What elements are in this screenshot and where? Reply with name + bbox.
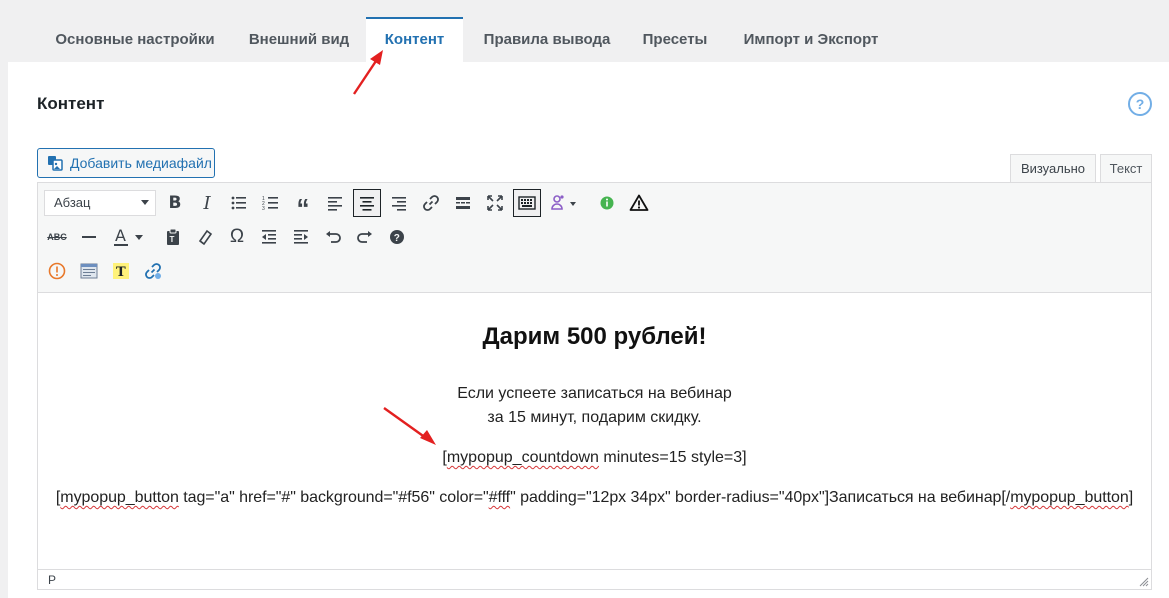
svg-text:A: A: [115, 227, 126, 245]
element-path[interactable]: P: [48, 573, 56, 587]
format-select[interactable]: Абзац: [44, 190, 156, 216]
numbered-list-icon[interactable]: 123: [257, 189, 285, 217]
editor-toolbar: Абзац B I 123 “ ABC A T Ω ? T: [38, 183, 1151, 293]
horizontal-line-icon[interactable]: [75, 223, 103, 251]
editor-content[interactable]: Дарим 500 рублей! Если успеете записатьс…: [38, 293, 1151, 569]
page-title: Контент: [37, 94, 105, 113]
align-center-icon[interactable]: [353, 189, 381, 217]
alert-orange-icon[interactable]: [43, 257, 71, 285]
window-icon[interactable]: [75, 257, 103, 285]
media-icon: [48, 156, 63, 171]
tab-display-rules[interactable]: Правила вывода: [470, 17, 624, 62]
resize-handle-icon[interactable]: [1139, 577, 1149, 587]
tab-appearance[interactable]: Внешний вид: [236, 17, 362, 62]
text-mode-tab[interactable]: Текст: [1100, 154, 1152, 183]
svg-text:T: T: [116, 265, 126, 280]
button-mid-2: " padding="12px 34px" border-radius="40p…: [510, 489, 1011, 506]
button-mid-1: tag="a" href="#" background="#f56" color…: [178, 489, 489, 506]
warning-icon[interactable]: [625, 189, 653, 217]
help-icon[interactable]: ?: [1128, 92, 1152, 116]
button-close-tag: mypopup_button: [1010, 489, 1129, 506]
paste-text-icon[interactable]: T: [159, 223, 187, 251]
svg-text:?: ?: [394, 233, 400, 244]
format-select-value: Абзац: [54, 195, 91, 210]
svg-text:3: 3: [262, 206, 265, 212]
countdown-shortcode: [mypopup_countdown minutes=15 style=3]: [38, 449, 1151, 467]
button-tag: mypopup_button: [60, 489, 179, 506]
content-line-1: Если успеете записаться на вебинар: [457, 385, 732, 402]
indent-icon[interactable]: [287, 223, 315, 251]
tab-presets[interactable]: Пресеты: [628, 17, 722, 62]
wysiwyg-editor: Абзац B I 123 “ ABC A T Ω ? T Дарим 500 …: [37, 182, 1152, 590]
editor-statusbar: P: [38, 569, 1151, 589]
settings-tabs: Основные настройки Внешний вид Контент П…: [8, 0, 1169, 62]
content-line-2: за 15 минут, подарим скидку.: [487, 409, 702, 426]
text-color-icon[interactable]: A: [107, 223, 151, 251]
add-media-label: Добавить медиафайл: [70, 155, 212, 171]
visual-mode-tab[interactable]: Визуально: [1010, 154, 1096, 183]
content-heading: Дарим 500 рублей!: [482, 323, 707, 350]
undo-icon[interactable]: [319, 223, 347, 251]
tab-import-export[interactable]: Импорт и Экспорт: [728, 17, 894, 62]
button-end: ]: [1128, 489, 1134, 506]
info-green-icon[interactable]: [593, 189, 621, 217]
toolbar-toggle-icon[interactable]: [513, 189, 541, 217]
italic-icon[interactable]: I: [193, 189, 221, 217]
countdown-rest: minutes=15 style=3]: [598, 449, 747, 466]
add-media-button[interactable]: Добавить медиафайл: [37, 148, 215, 178]
tab-content[interactable]: Контент: [366, 17, 463, 62]
blockquote-icon[interactable]: “: [289, 189, 317, 221]
settings-page: Основные настройки Внешний вид Контент П…: [4, 0, 1169, 598]
svg-text:T: T: [170, 235, 175, 244]
outdent-icon[interactable]: [255, 223, 283, 251]
align-right-icon[interactable]: [385, 189, 413, 217]
help-icon[interactable]: ?: [383, 223, 411, 251]
tab-basic-settings[interactable]: Основные настройки: [41, 17, 229, 62]
countdown-tag: mypopup_countdown: [446, 449, 599, 466]
content-panel: Контент ? Добавить медиафайл Визуально Т…: [8, 62, 1169, 598]
strikethrough-icon[interactable]: ABC: [43, 223, 71, 251]
bold-icon[interactable]: B: [161, 189, 189, 217]
user-dropdown-icon[interactable]: [545, 189, 585, 217]
align-left-icon[interactable]: [321, 189, 349, 217]
redo-icon[interactable]: [351, 223, 379, 251]
shortlink-icon[interactable]: [139, 257, 167, 285]
link-icon[interactable]: [417, 189, 445, 217]
chevron-down-icon: [141, 200, 149, 205]
fullscreen-icon[interactable]: [481, 189, 509, 217]
bullet-list-icon[interactable]: [225, 189, 253, 217]
text-highlight-icon[interactable]: T: [107, 257, 135, 285]
button-color-value: #fff: [488, 489, 511, 506]
button-shortcode: [mypopup_button tag="a" href="#" backgro…: [38, 489, 1151, 507]
special-char-icon[interactable]: Ω: [223, 223, 251, 251]
clear-format-icon[interactable]: [191, 223, 219, 251]
read-more-icon[interactable]: [449, 189, 477, 217]
